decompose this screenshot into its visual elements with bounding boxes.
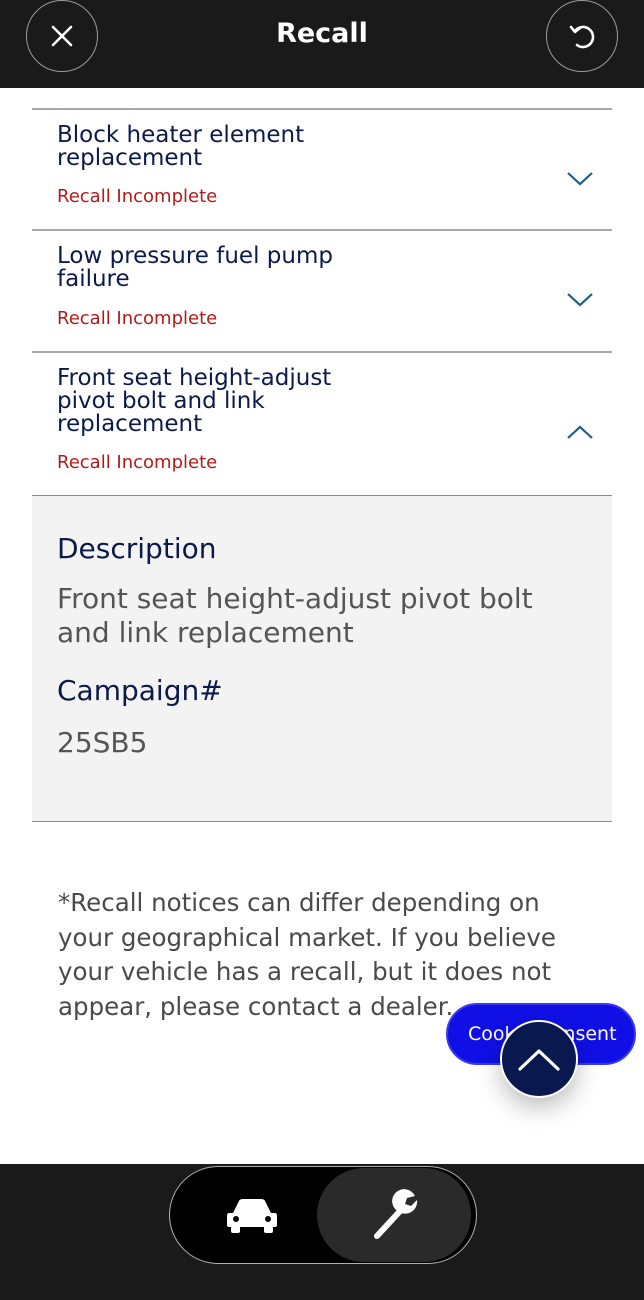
description-label: Description: [57, 532, 217, 565]
nav-item-vehicle[interactable]: [215, 1186, 289, 1244]
refresh-button[interactable]: [546, 0, 618, 72]
recall-item-block-heater[interactable]: Block heater element replacement Recall …: [32, 108, 612, 230]
refresh-icon: [569, 25, 595, 49]
scroll-top-button[interactable]: [500, 1020, 578, 1098]
recall-detail-panel: Description Front seat height-adjust piv…: [32, 495, 612, 822]
recall-status: Recall Incomplete: [57, 452, 218, 473]
wrench-icon: [374, 1189, 418, 1239]
campaign-value: 25SB5: [57, 726, 148, 759]
recall-item-title: Front seat height-adjust pivot bolt and …: [57, 365, 332, 437]
description-value: Front seat height-adjust pivot bolt and …: [57, 582, 533, 649]
app-header: Recall: [0, 0, 644, 88]
chevron-up-icon[interactable]: [566, 423, 594, 441]
recall-item-fuel-pump[interactable]: Low pressure fuel pump failure Recall In…: [32, 229, 612, 352]
campaign-label: Campaign#: [57, 674, 223, 707]
recall-status: Recall Incomplete: [57, 308, 218, 329]
nav-item-service[interactable]: [355, 1178, 433, 1252]
recall-status: Recall Incomplete: [57, 186, 218, 207]
recall-item-title: Low pressure fuel pump failure: [57, 243, 333, 292]
recall-item-title: Block heater element replacement: [57, 122, 305, 171]
bottom-navigation: [0, 1164, 644, 1300]
recall-item-front-seat[interactable]: Front seat height-adjust pivot bolt and …: [32, 351, 612, 495]
car-icon: [227, 1199, 277, 1233]
chevron-up-icon: [518, 1049, 560, 1071]
chevron-down-icon[interactable]: [566, 291, 594, 309]
chevron-down-icon[interactable]: [566, 170, 594, 188]
